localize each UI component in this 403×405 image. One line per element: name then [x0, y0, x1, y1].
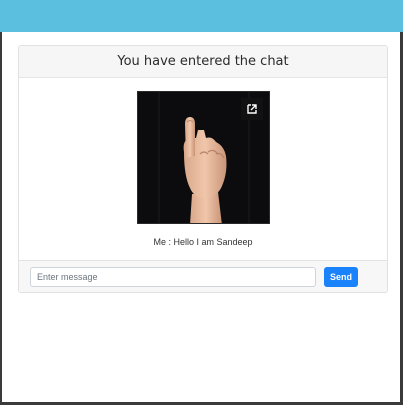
- open-in-new-icon: [247, 104, 257, 114]
- sign-language-image[interactable]: [137, 91, 270, 224]
- message-input[interactable]: [30, 267, 316, 287]
- chat-header: You have entered the chat: [19, 46, 387, 78]
- top-navbar: [0, 0, 403, 32]
- send-button[interactable]: Send: [324, 267, 358, 287]
- chat-body: Me : Hello I am Sandeep: [19, 79, 387, 260]
- chat-card: You have entered the chat Me: Hello I a…: [18, 45, 388, 293]
- expand-image-button[interactable]: [241, 98, 263, 120]
- chat-message: Me : Hello I am Sandeep: [153, 237, 253, 247]
- message-composer: Send: [19, 260, 387, 292]
- chat-title: You have entered the chat: [117, 54, 289, 69]
